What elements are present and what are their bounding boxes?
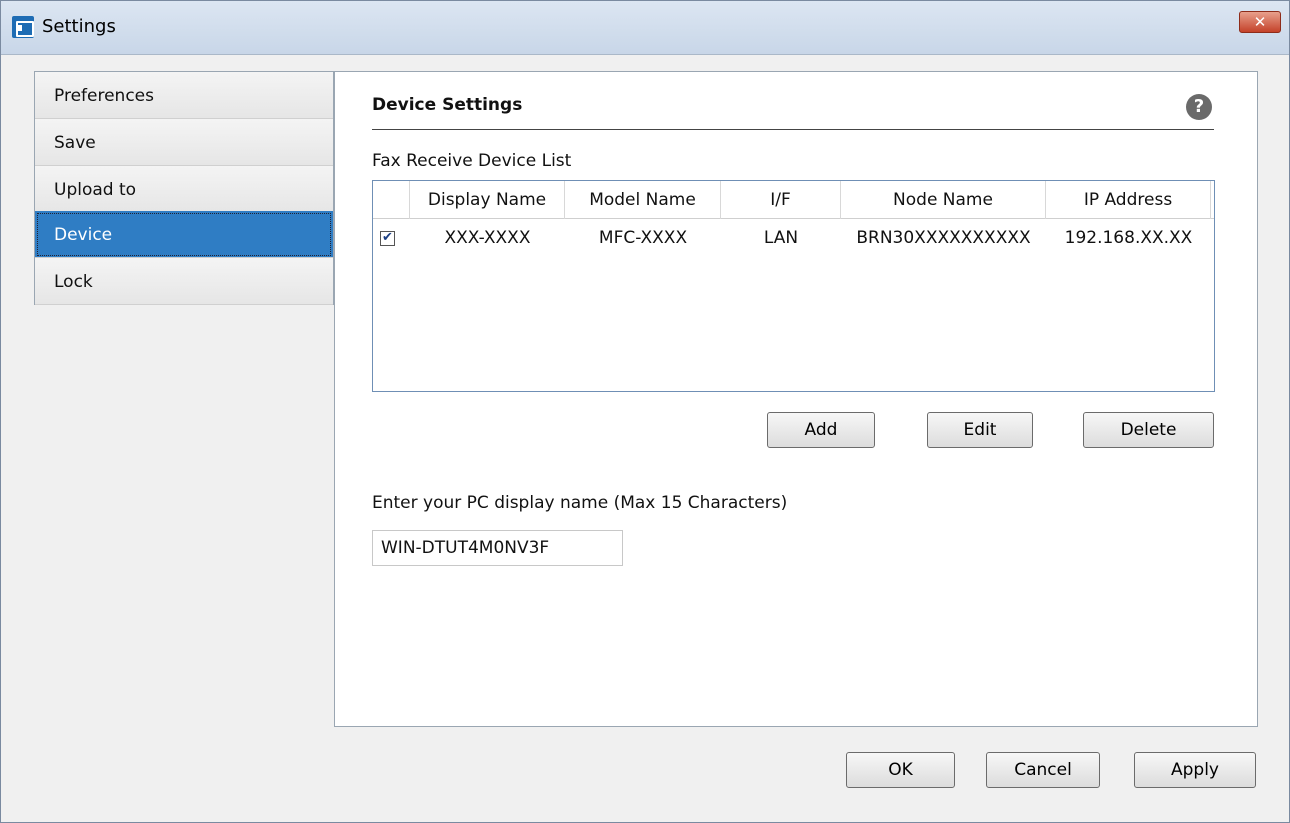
cancel-button[interactable]: Cancel (986, 752, 1100, 788)
cell-ip-address: 192.168.XX.XX (1064, 228, 1193, 248)
apply-button[interactable]: Apply (1134, 752, 1256, 788)
help-icon[interactable]: ? (1186, 94, 1212, 120)
add-button[interactable]: Add (767, 412, 875, 448)
title-bar: Settings ✕ (1, 1, 1289, 55)
cell-interface: LAN (763, 228, 799, 248)
column-header-node-name[interactable]: Node Name (841, 181, 1046, 219)
cell-model-name: MFC-XXXX (598, 228, 688, 248)
close-button[interactable]: ✕ (1239, 11, 1281, 33)
nav-item-device[interactable]: Device (35, 211, 333, 258)
device-list-label: Fax Receive Device List (372, 151, 572, 171)
device-list[interactable]: Display Name Model Name I/F Node Name IP… (372, 180, 1215, 392)
nav-item-preferences[interactable]: Preferences (35, 72, 333, 119)
column-header-display-name[interactable]: Display Name (410, 181, 565, 219)
nav-item-save[interactable]: Save (35, 119, 333, 166)
settings-window: Settings ✕ Preferences Save Upload to De… (0, 0, 1290, 823)
device-settings-panel: Device Settings ? Fax Receive Device Lis… (334, 71, 1258, 727)
edit-button[interactable]: Edit (927, 412, 1033, 448)
settings-nav: Preferences Save Upload to Device Lock (34, 71, 334, 305)
cell-node-name: BRN30XXXXXXXXXX (856, 228, 1031, 248)
column-header-check (373, 181, 410, 219)
section-title: Device Settings (372, 95, 523, 115)
ok-button[interactable]: OK (846, 752, 955, 788)
column-header-interface[interactable]: I/F (721, 181, 841, 219)
nav-item-lock[interactable]: Lock (35, 258, 333, 305)
device-checkbox[interactable]: ✔ (380, 231, 395, 246)
nav-item-upload-to[interactable]: Upload to (35, 166, 333, 213)
cell-display-name: XXX-XXXX (444, 228, 531, 248)
column-header-model-name[interactable]: Model Name (565, 181, 721, 219)
window-title: Settings (42, 16, 116, 37)
section-divider (372, 129, 1214, 130)
device-list-header: Display Name Model Name I/F Node Name IP… (373, 181, 1214, 219)
column-header-ip-address[interactable]: IP Address (1046, 181, 1211, 219)
delete-button[interactable]: Delete (1083, 412, 1214, 448)
app-icon (12, 16, 34, 38)
pc-name-input[interactable]: WIN-DTUT4M0NV3F (372, 530, 623, 566)
pc-name-label: Enter your PC display name (Max 15 Chara… (372, 493, 788, 513)
